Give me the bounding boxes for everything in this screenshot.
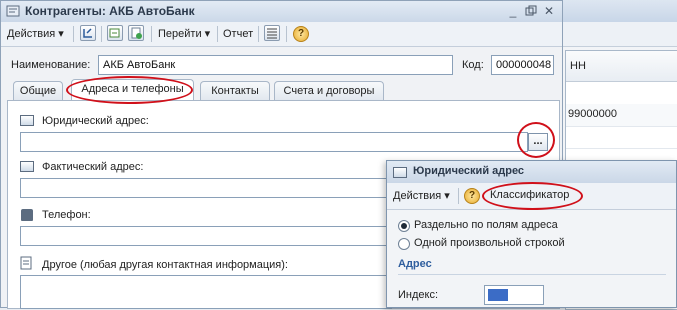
name-field[interactable]: [98, 55, 453, 75]
toolbar-divider: [151, 26, 152, 42]
table-row[interactable]: [566, 126, 677, 149]
actual-address-field[interactable]: [20, 178, 392, 198]
dropdown-arrow-icon: ▾: [444, 190, 450, 202]
actual-address-label: Фактический адрес:: [42, 161, 144, 173]
legal-address-dialog: Юридический адрес Действия ▾ ? Классифик…: [386, 160, 677, 308]
index-selection: [488, 289, 508, 301]
new-document-icon[interactable]: [128, 25, 144, 41]
name-label: Наименование:: [11, 59, 91, 71]
address-card-icon: [20, 115, 34, 126]
actions-menu-label: Действия: [7, 28, 56, 40]
save-close-icon[interactable]: [80, 25, 96, 41]
dialog-actions-label: Действия: [393, 190, 442, 202]
go-menu-label: Перейти: [158, 28, 202, 40]
radio-single-line-label: Одной произвольной строкой: [414, 237, 565, 249]
code-field[interactable]: [491, 55, 554, 75]
section-divider: [398, 274, 666, 275]
toolbar-divider: [101, 26, 102, 42]
legal-address-label: Юридический адрес:: [42, 115, 149, 127]
radio-separate-fields[interactable]: [398, 220, 410, 232]
dialog-titlebar: Юридический адрес: [387, 161, 676, 184]
help-icon[interactable]: ?: [293, 26, 309, 42]
code-label: Код:: [462, 59, 484, 71]
report-button[interactable]: Отчет: [223, 26, 253, 42]
tab-contacts[interactable]: Контакты: [200, 81, 270, 100]
go-menu[interactable]: Перейти ▾: [158, 26, 210, 42]
table-cell-inn: 99000000: [568, 108, 617, 120]
actions-menu[interactable]: Действия ▾: [7, 26, 64, 42]
main-toolbar: Действия ▾ Перейти ▾ Отчет ?: [1, 22, 562, 47]
phone-label: Телефон:: [42, 209, 91, 221]
toolbar-divider: [73, 26, 74, 42]
toolbar-divider: [286, 26, 287, 42]
toolbar-divider: [217, 26, 218, 42]
dropdown-arrow-icon: ▾: [204, 28, 211, 40]
close-icon[interactable]: ✕: [541, 3, 557, 19]
table-row[interactable]: [566, 82, 677, 105]
background-toolbar: [561, 22, 677, 47]
minimize-icon[interactable]: _: [505, 3, 521, 19]
copy-icon[interactable]: [107, 25, 123, 41]
help-icon[interactable]: ?: [464, 188, 480, 204]
radio-separate-fields-label: Раздельно по полям адреса: [414, 219, 558, 231]
dialog-toolbar: Действия ▾ ? Классификатор: [387, 183, 676, 210]
window-title: Контрагенты: АКБ АвтоБанк: [25, 4, 195, 18]
note-icon: [20, 256, 32, 270]
column-header-inn: НН: [570, 60, 586, 72]
address-card-icon: [393, 167, 407, 178]
dialog-title: Юридический адрес: [413, 165, 525, 177]
toolbar-divider: [258, 26, 259, 42]
tab-accounts-contracts[interactable]: Счета и договоры: [274, 81, 384, 100]
address-section-title: Адрес: [398, 258, 432, 270]
toolbar-divider: [458, 188, 459, 204]
phone-icon: [21, 209, 33, 221]
phone-field[interactable]: [20, 226, 392, 246]
radio-single-line[interactable]: [398, 238, 410, 250]
app-icon: [6, 4, 20, 18]
index-label: Индекс:: [398, 289, 439, 301]
restore-icon[interactable]: [523, 3, 539, 19]
background-titlebar: [561, 0, 677, 23]
select-legal-address-button[interactable]: ...: [528, 133, 548, 151]
window-titlebar: Контрагенты: АКБ АвтоБанк _ ✕: [1, 1, 562, 23]
dialog-actions-menu[interactable]: Действия ▾: [393, 189, 450, 202]
table-row[interactable]: 99000000: [566, 104, 677, 127]
other-info-label: Другое (любая другая контактная информац…: [42, 259, 288, 271]
classifier-button[interactable]: Классификатор: [490, 189, 569, 201]
list-icon[interactable]: [264, 25, 280, 41]
tab-addresses-phones[interactable]: Адреса и телефоны: [71, 79, 194, 100]
legal-address-field[interactable]: [20, 132, 528, 152]
address-card-icon: [20, 161, 34, 172]
other-info-field[interactable]: [20, 275, 392, 309]
index-field[interactable]: [484, 285, 544, 305]
background-table-header[interactable]: НН: [566, 51, 677, 82]
dropdown-arrow-icon: ▾: [58, 28, 64, 40]
tab-general[interactable]: Общие: [13, 81, 63, 100]
